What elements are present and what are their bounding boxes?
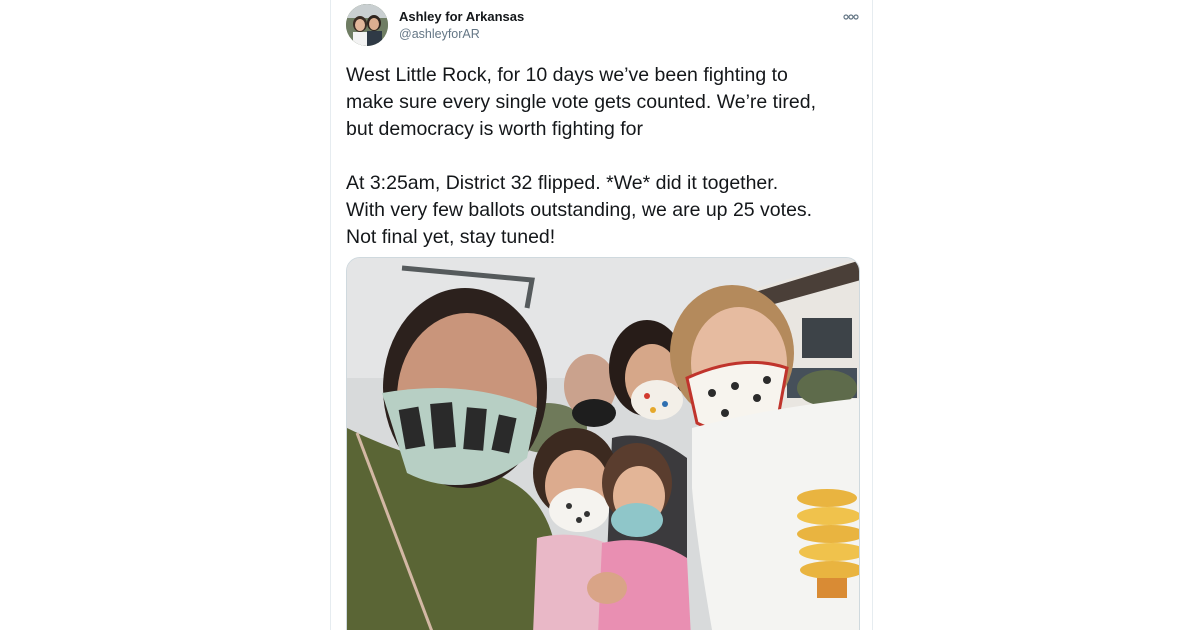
author-name[interactable]: Ashley for Arkansas [399,8,524,25]
avatar[interactable] [346,4,388,46]
avatar-photo-icon [346,4,388,46]
author-handle[interactable]: @ashleyforAR [399,26,524,43]
more-options-icon [843,14,859,20]
tweet-text: West Little Rock, for 10 days we’ve been… [346,62,861,251]
family-selfie-photo-icon [347,258,859,630]
more-options-button[interactable] [839,8,863,26]
author-info: Ashley for Arkansas @ashleyforAR [399,8,524,43]
tweet-card: Ashley for Arkansas @ashleyforAR West Li… [330,0,873,630]
tweet-paragraph-2: At 3:25am, District 32 flipped. *We* did… [346,172,813,248]
tweet-photo[interactable] [346,257,860,630]
tweet-paragraph-1: West Little Rock, for 10 days we’ve been… [346,64,817,140]
